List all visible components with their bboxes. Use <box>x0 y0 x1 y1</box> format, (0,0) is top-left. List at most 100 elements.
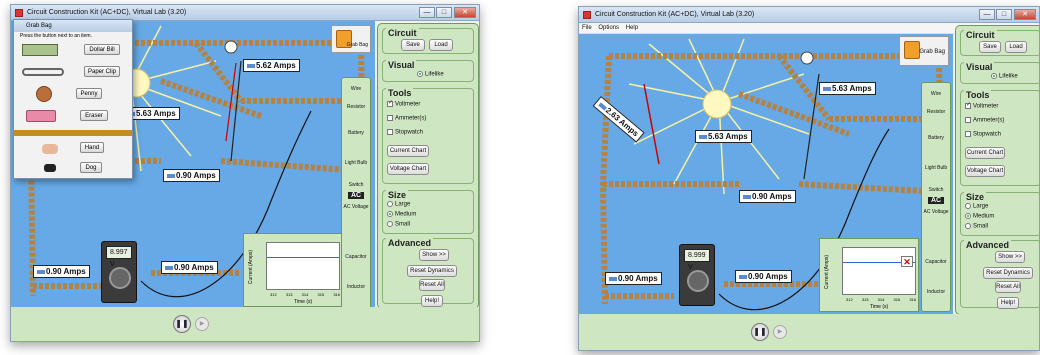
voltage-chart-button[interactable]: Voltage Chart <box>387 163 429 175</box>
section-title: Tools <box>386 88 414 98</box>
penny-button[interactable]: Penny <box>76 88 102 99</box>
window-title: Circuit Construction Kit (AC+DC), Virtua… <box>27 9 187 16</box>
voltage-chart-button[interactable]: Voltage Chart <box>965 165 1005 177</box>
close-chart-icon[interactable]: ✕ <box>901 256 913 267</box>
control-panel: Circuit Save Load Visual Lifelike Tools … <box>377 23 479 309</box>
reset-all-button[interactable]: Reset All <box>995 281 1021 293</box>
tool-ac-icon[interactable]: AC <box>928 197 944 204</box>
voltmeter-dial <box>109 267 131 289</box>
size-large-radio[interactable]: Large <box>965 203 988 210</box>
tool-resistor[interactable]: Resistor <box>342 104 370 110</box>
reset-dynamics-button[interactable]: Reset Dynamics <box>407 265 457 277</box>
tool-switch[interactable]: Switch <box>922 187 950 193</box>
size-small-radio[interactable]: Small <box>387 221 410 228</box>
menu-help[interactable]: Help <box>626 25 638 31</box>
hand-button[interactable]: Hand <box>80 142 104 153</box>
tool-switch[interactable]: Switch <box>342 182 370 188</box>
show-advanced-button[interactable]: Show >> <box>419 249 449 261</box>
step-button[interactable]: ▶ <box>195 317 209 331</box>
tool-battery[interactable]: Battery <box>342 130 370 136</box>
tool-capacitor[interactable]: Capacitor <box>922 259 950 265</box>
stopwatch-checkbox[interactable]: Stopwatch <box>965 131 1001 138</box>
step-button[interactable]: ▶ <box>773 325 787 339</box>
voltmeter[interactable]: 8.997 V <box>101 241 137 303</box>
tool-ac-voltage[interactable]: AC Voltage <box>922 209 950 215</box>
reset-dynamics-button[interactable]: Reset Dynamics <box>983 267 1033 279</box>
tool-capacitor[interactable]: Capacitor <box>342 254 370 260</box>
size-medium-radio[interactable]: Medium <box>965 213 994 220</box>
ammeter-icon <box>37 269 45 274</box>
voltmeter-checkbox[interactable]: Voltmeter <box>387 99 420 108</box>
chart-plot <box>842 247 916 295</box>
help-button[interactable]: Help! <box>997 297 1019 309</box>
playback-bar: ❚❚ ▶ <box>579 314 1039 350</box>
load-button[interactable]: Load <box>429 39 453 51</box>
close-button[interactable]: ✕ <box>454 7 476 18</box>
tool-inductor[interactable]: Inductor <box>922 289 950 295</box>
lifelike-radio[interactable]: Lifelike <box>991 73 1018 80</box>
tool-wire[interactable]: Wire <box>342 86 370 92</box>
dog-button[interactable]: Dog <box>80 162 102 173</box>
ammeter-readout[interactable]: 5.63 Amps <box>695 130 752 143</box>
pause-button[interactable]: ❚❚ <box>751 323 769 341</box>
current-chart-button[interactable]: Current Chart <box>965 147 1005 159</box>
current-chart-button[interactable]: Current Chart <box>387 145 429 157</box>
hand-icon <box>42 144 58 154</box>
window-titlebar[interactable]: Circuit Construction Kit (AC+DC), Virtua… <box>579 7 1039 23</box>
ammeter-readout[interactable]: 0.90 Amps <box>735 270 792 283</box>
tool-battery[interactable]: Battery <box>922 135 950 141</box>
ammeter-checkbox[interactable]: Ammeter(s) <box>387 115 426 122</box>
load-button[interactable]: Load <box>1005 41 1027 53</box>
tool-light-bulb[interactable]: Light Bulb <box>342 160 370 166</box>
menu-file[interactable]: File <box>582 25 592 31</box>
tool-ac-icon[interactable]: AC <box>348 192 364 199</box>
size-large-radio[interactable]: Large <box>387 201 410 208</box>
help-button[interactable]: Help! <box>421 295 443 307</box>
reset-all-button[interactable]: Reset All <box>419 279 445 291</box>
tool-ac-voltage[interactable]: AC Voltage <box>342 204 370 210</box>
ammeter-readout[interactable]: 0.90 Amps <box>163 169 220 182</box>
voltmeter-checkbox[interactable]: Voltmeter <box>965 101 998 110</box>
minimize-button[interactable]: — <box>979 9 995 20</box>
ammeter-readout[interactable]: 0.90 Amps <box>161 261 218 274</box>
save-button[interactable]: Save <box>401 39 425 51</box>
ammeter-readout[interactable]: 5.63 Amps <box>819 82 876 95</box>
section-title: Advanced <box>386 238 434 248</box>
grab-bag-button[interactable]: Grab Bag <box>899 36 949 66</box>
current-chart[interactable]: Current (Amps) 312 313 314 315 316 Time (s) <box>819 238 919 312</box>
ammeter-readout[interactable]: 0.90 Amps <box>739 190 796 203</box>
size-small-radio[interactable]: Small <box>965 223 988 230</box>
menu-options[interactable]: Options <box>598 25 619 31</box>
ammeter-checkbox[interactable]: Ammeter(s) <box>965 117 1004 124</box>
component-toolbox: Wire Resistor Battery Light Bulb Switch … <box>341 77 371 313</box>
paper-clip-button[interactable]: Paper Clip <box>84 66 120 77</box>
voltmeter[interactable]: 8.999 V <box>679 244 715 306</box>
show-advanced-button[interactable]: Show >> <box>995 251 1025 263</box>
maximize-button[interactable]: □ <box>996 9 1012 20</box>
circuit-canvas[interactable]: Grab Bag 5.63 Amps 2.63 Amps 5.63 Amps 0… <box>579 34 953 316</box>
save-button[interactable]: Save <box>979 41 1001 53</box>
tool-light-bulb[interactable]: Light Bulb <box>922 165 950 171</box>
tool-inductor[interactable]: Inductor <box>342 284 370 290</box>
ammeter-readout[interactable]: 0.90 Amps <box>33 265 90 278</box>
grab-item-dog: Dog <box>14 158 132 180</box>
tool-wire[interactable]: Wire <box>922 91 950 97</box>
stopwatch-checkbox[interactable]: Stopwatch <box>387 129 423 136</box>
maximize-button[interactable]: □ <box>436 7 452 18</box>
close-button[interactable]: ✕ <box>1014 9 1036 20</box>
pause-button[interactable]: ❚❚ <box>173 315 191 333</box>
ammeter-readout[interactable]: 0.90 Amps <box>605 272 662 285</box>
eraser-button[interactable]: Eraser <box>80 110 108 121</box>
tool-resistor[interactable]: Resistor <box>922 109 950 115</box>
ammeter-readout[interactable]: 5.62 Amps <box>243 59 300 72</box>
size-medium-radio[interactable]: Medium <box>387 211 416 218</box>
playback-bar: ❚❚ ▶ <box>11 307 479 341</box>
grab-bag-button[interactable]: Grab Bag <box>331 25 371 53</box>
junction <box>800 51 814 65</box>
minimize-button[interactable]: — <box>419 7 435 18</box>
lifelike-radio[interactable]: Lifelike <box>417 71 444 78</box>
dialog-titlebar[interactable]: Grab Bag <box>14 20 132 32</box>
chart-xlabel: Time (s) <box>870 304 889 310</box>
dollar-bill-button[interactable]: Dollar Bill <box>84 44 120 55</box>
current-chart[interactable]: Current (Amps) 312 313 314 315 316 Time (s) <box>243 233 343 307</box>
